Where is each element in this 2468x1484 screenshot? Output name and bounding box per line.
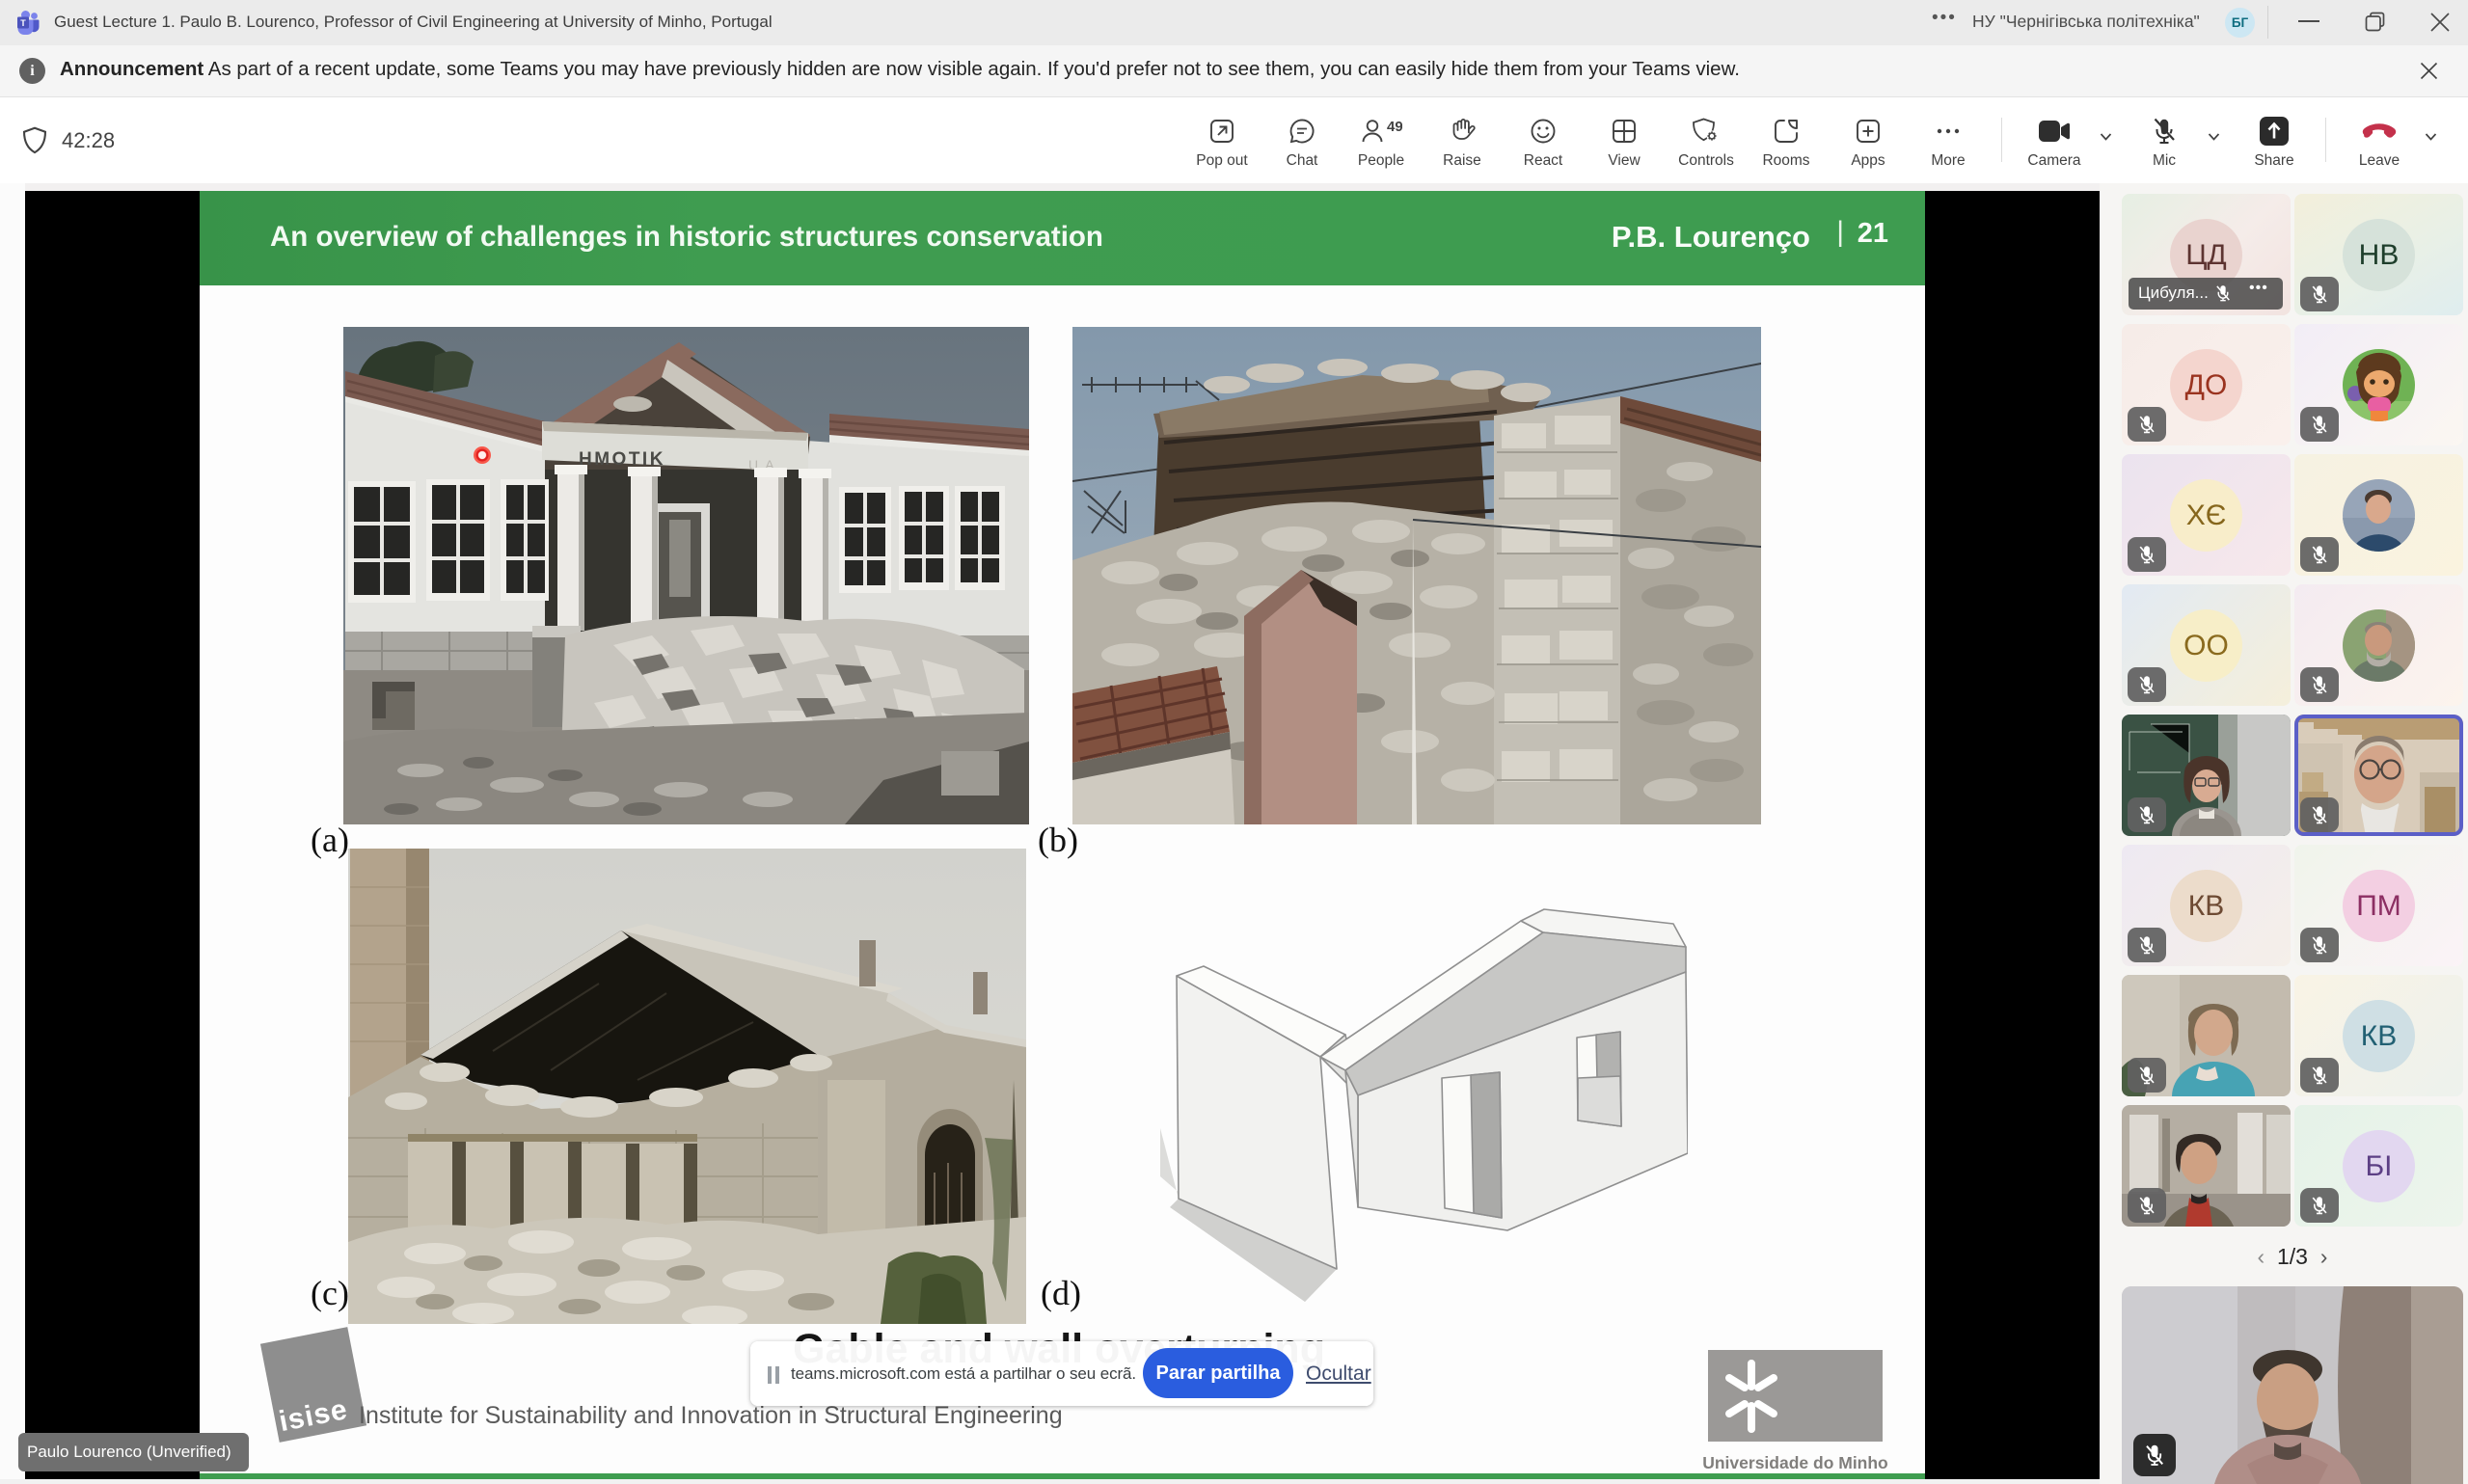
svg-text:HMOTIK: HMOTIK	[579, 449, 665, 470]
svg-text:T: T	[20, 18, 26, 28]
svg-text:49: 49	[1387, 119, 1402, 135]
